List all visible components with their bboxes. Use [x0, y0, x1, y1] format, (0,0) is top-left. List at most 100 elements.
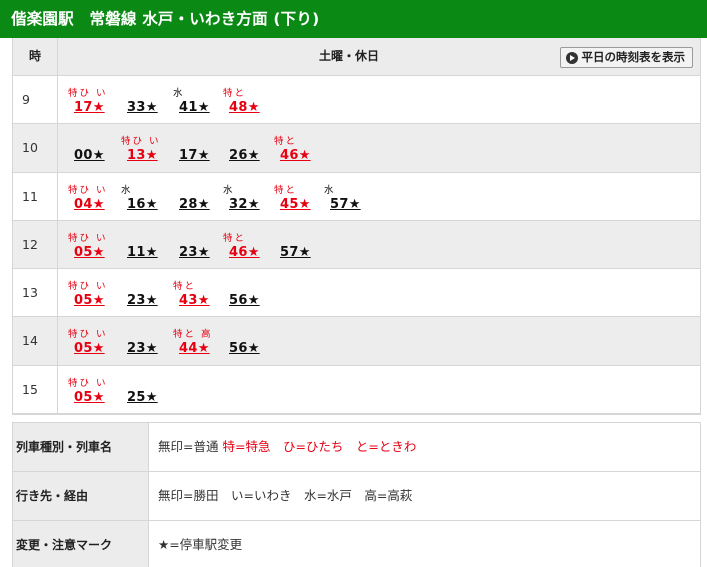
departure-minute: 00★ — [74, 148, 105, 164]
hour-cell: 11 — [13, 172, 58, 220]
departure-minute: 48★ — [229, 100, 260, 115]
train-mark: 水 — [324, 184, 336, 196]
departure-minute: 17★ — [74, 100, 105, 115]
hour-label: 15 — [22, 381, 38, 397]
train-mark: 特ひ い — [68, 329, 108, 341]
legend-label-change-mark: 変更・注意マーク — [13, 521, 149, 567]
departure-link[interactable]: 特ひ い 04★ — [68, 173, 121, 220]
train-mark: 特と — [223, 88, 247, 99]
departure-minute: 16★ — [127, 196, 158, 212]
legend-value-train-type: 無印=普通 特=特急 ひ=ひたち と=ときわ — [158, 423, 416, 471]
hour-label: 12 — [22, 236, 38, 252]
departure-minute: 05★ — [74, 389, 105, 405]
departure-minute: 44★ — [179, 341, 210, 357]
hour-cell: 13 — [13, 269, 58, 317]
hour-cell: 12 — [13, 220, 58, 269]
departure-minute: 23★ — [179, 244, 210, 260]
show-weekday-timetable-button[interactable]: 平日の時刻表を表示 — [559, 47, 693, 68]
departure-minute: 43★ — [179, 293, 210, 309]
hour-row: 15 特ひ い 05★ 25★ — [13, 365, 700, 415]
departure-minute: 23★ — [127, 293, 158, 309]
departure-link[interactable]: 特と 48★ — [223, 76, 276, 123]
departure-link[interactable]: 特ひ い 05★ — [68, 317, 121, 364]
hour-cell: 9 — [13, 76, 58, 124]
hour-label: 14 — [22, 333, 38, 349]
departure-minute: 45★ — [280, 196, 311, 212]
legend-type-express: 特=特急 ひ=ひたち と=ときわ — [222, 439, 417, 454]
departure-link[interactable]: 23★ — [176, 221, 226, 268]
hour-cell: 14 — [13, 317, 58, 365]
departure-link[interactable]: 水 57★ — [324, 173, 377, 220]
departure-minute: 05★ — [74, 244, 105, 260]
departure-minute: 57★ — [330, 196, 361, 212]
legend-row-change-mark: 変更・注意マーク ★=停車駅変更 — [13, 521, 700, 567]
hour-label: 9 — [22, 92, 30, 107]
departure-link[interactable]: 特ひ い 05★ — [68, 269, 121, 316]
train-mark: 特と 高 — [173, 329, 213, 341]
train-mark: 特ひ い — [68, 88, 108, 99]
hour-cell: 15 — [13, 365, 58, 414]
legend-value-destination: 無印=勝田 い=いわき 水=水戸 高=高萩 — [158, 488, 413, 503]
departure-link[interactable]: 特と 46★ — [223, 221, 276, 268]
departure-link[interactable]: 水 32★ — [223, 173, 276, 220]
departure-link[interactable]: 特ひ い 05★ — [68, 366, 121, 413]
hour-row: 9 特ひ い 17★ 33★ 水 41★ 特と 48★ — [13, 76, 700, 125]
departure-link[interactable]: 25★ — [124, 366, 174, 413]
departure-minute: 17★ — [179, 148, 210, 164]
departure-link[interactable]: 水 41★ — [173, 76, 226, 123]
departure-link[interactable]: 33★ — [124, 76, 174, 123]
hour-label: 11 — [22, 188, 38, 204]
departure-link[interactable]: 11★ — [124, 221, 174, 268]
train-mark: 水 — [173, 88, 185, 99]
departure-minute: 28★ — [179, 196, 210, 212]
train-mark: 特と — [223, 232, 247, 244]
show-weekday-timetable-label: 平日の時刻表を表示 — [581, 50, 686, 64]
hour-row: 13 特ひ い 05★ 23★ 特と 43★ 56★ — [13, 269, 700, 318]
departure-minute: 32★ — [229, 196, 260, 212]
hour-row: 11 特ひ い 04★ 水 16★ 28★ 水 32★ 特と 45★ 水 57★ — [13, 172, 700, 221]
departure-link[interactable]: 特ひ い 13★ — [121, 124, 174, 171]
train-mark: 水 — [121, 184, 133, 196]
train-mark: 特ひ い — [68, 281, 108, 293]
departure-link[interactable]: 23★ — [124, 269, 174, 316]
departure-minute: 56★ — [229, 341, 260, 357]
departure-link[interactable]: 水 16★ — [121, 173, 174, 220]
departure-link[interactable]: 特と 45★ — [274, 173, 327, 220]
departure-link[interactable]: 特と 高 44★ — [173, 317, 226, 364]
departure-minute: 56★ — [229, 293, 260, 309]
train-mark: 特と — [274, 136, 298, 148]
departure-link[interactable]: 28★ — [176, 173, 226, 220]
hour-row: 12 特ひ い 05★ 11★ 23★ 特と 46★ 57★ — [13, 220, 700, 270]
train-mark: 特ひ い — [68, 377, 108, 389]
departure-link[interactable]: 特ひ い 05★ — [68, 221, 121, 268]
departure-minute: 26★ — [229, 148, 260, 164]
departure-minute: 05★ — [74, 341, 105, 357]
train-mark: 特ひ い — [121, 136, 161, 148]
legend-row-train-type: 列車種別・列車名 無印=普通 特=特急 ひ=ひたち と=ときわ — [13, 423, 700, 472]
departure-link[interactable]: 00★ — [71, 124, 121, 171]
departure-link[interactable]: 26★ — [226, 124, 276, 171]
hour-label: 10 — [22, 140, 38, 156]
departure-link[interactable]: 17★ — [176, 124, 226, 171]
departure-link[interactable]: 特ひ い 17★ — [68, 76, 121, 123]
circle-arrow-right-icon — [565, 51, 578, 64]
departure-link[interactable]: 23★ — [124, 317, 174, 364]
legend-row-destination: 行き先・経由 無印=勝田 い=いわき 水=水戸 高=高萩 — [13, 472, 700, 521]
departure-link[interactable]: 56★ — [226, 269, 276, 316]
departure-minute: 46★ — [229, 244, 260, 260]
legend-label-train-type: 列車種別・列車名 — [13, 423, 149, 471]
train-mark: 特ひ い — [68, 232, 108, 244]
departure-link[interactable]: 56★ — [226, 317, 276, 364]
train-mark: 特ひ い — [68, 184, 108, 196]
hour-cell: 10 — [13, 124, 58, 172]
hour-row: 10 00★ 特ひ い 13★ 17★ 26★ 特と 46★ — [13, 124, 700, 173]
departure-minute: 46★ — [280, 148, 311, 164]
hour-label: 13 — [22, 285, 38, 301]
departure-minute: 05★ — [74, 293, 105, 309]
page-title: 偕楽園駅 常磐線 水戸・いわき方面 (下り) — [0, 0, 707, 38]
departure-minute: 25★ — [127, 389, 158, 405]
departure-link[interactable]: 特と 46★ — [274, 124, 327, 171]
timetable: 時 土曜・休日 平日の時刻表を表示 9 特ひ い 17★ 33★ 水 41★ 特と 48★ 10… — [12, 38, 701, 416]
departure-link[interactable]: 特と 43★ — [173, 269, 226, 316]
departure-link[interactable]: 57★ — [277, 221, 327, 268]
